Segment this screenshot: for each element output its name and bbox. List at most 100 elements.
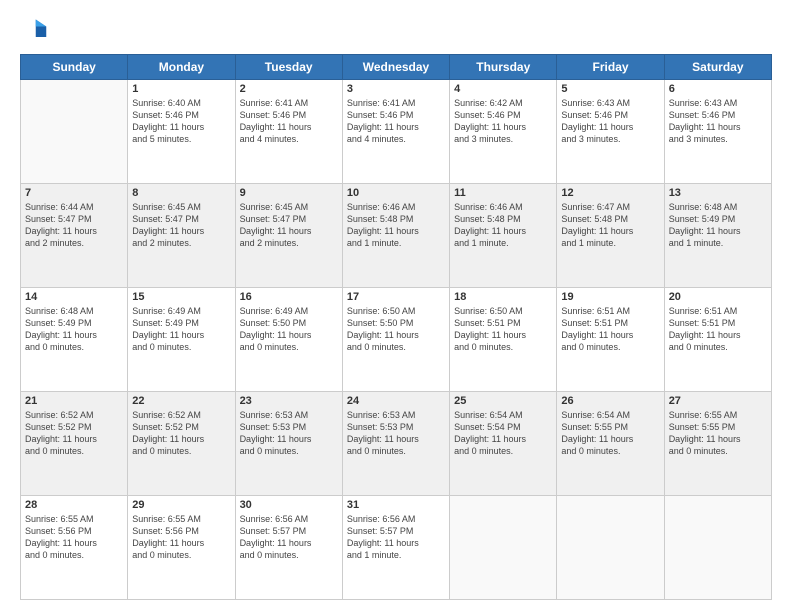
day-info: Sunrise: 6:40 AMSunset: 5:46 PMDaylight:…	[132, 97, 230, 146]
day-number: 25	[454, 395, 552, 407]
calendar-cell: 2 Sunrise: 6:41 AMSunset: 5:46 PMDaylight…	[235, 80, 342, 184]
calendar-week-row: 21 Sunrise: 6:52 AMSunset: 5:52 PMDayligh…	[21, 392, 772, 496]
calendar-cell: 26Sunrise: 6:54 AMSunset: 5:55 PMDayligh…	[557, 392, 664, 496]
day-info: Sunrise: 6:54 AMSunset: 5:55 PMDaylight:…	[561, 409, 659, 458]
day-number: 14	[25, 291, 123, 303]
day-info: Sunrise: 6:49 AMSunset: 5:50 PMDaylight:…	[240, 305, 338, 354]
day-info: Sunrise: 6:52 AMSunset: 5:52 PMDaylight:…	[25, 409, 123, 458]
calendar-cell: 31 Sunrise: 6:56 AMSunset: 5:57 PMDayligh…	[342, 496, 449, 600]
day-number: 20	[669, 291, 767, 303]
calendar-day-header-tuesday: Tuesday	[235, 55, 342, 80]
day-number: 1	[132, 83, 230, 95]
day-number: 11	[454, 187, 552, 199]
calendar-cell: 23Sunrise: 6:53 AMSunset: 5:53 PMDayligh…	[235, 392, 342, 496]
day-info: Sunrise: 6:48 AMSunset: 5:49 PMDaylight:…	[25, 305, 123, 354]
calendar-day-header-sunday: Sunday	[21, 55, 128, 80]
day-info: Sunrise: 6:46 AMSunset: 5:48 PMDaylight:…	[347, 201, 445, 250]
day-number: 2	[240, 83, 338, 95]
day-info: Sunrise: 6:54 AMSunset: 5:54 PMDaylight:…	[454, 409, 552, 458]
calendar-cell: 17 Sunrise: 6:50 AMSunset: 5:50 PMDayligh…	[342, 288, 449, 392]
calendar-cell: 1 Sunrise: 6:40 AMSunset: 5:46 PMDaylight…	[128, 80, 235, 184]
page: SundayMondayTuesdayWednesdayThursdayFrid…	[0, 0, 792, 612]
day-number: 3	[347, 83, 445, 95]
day-number: 22	[132, 395, 230, 407]
day-info: Sunrise: 6:53 AMSunset: 5:53 PMDaylight:…	[347, 409, 445, 458]
calendar-day-header-thursday: Thursday	[450, 55, 557, 80]
day-number: 5	[561, 83, 659, 95]
day-number: 9	[240, 187, 338, 199]
calendar-week-row: 7 Sunrise: 6:44 AMSunset: 5:47 PMDaylight…	[21, 184, 772, 288]
calendar-week-row: 14 Sunrise: 6:48 AMSunset: 5:49 PMDayligh…	[21, 288, 772, 392]
calendar-cell: 20 Sunrise: 6:51 AMSunset: 5:51 PMDayligh…	[664, 288, 771, 392]
day-info: Sunrise: 6:46 AMSunset: 5:48 PMDaylight:…	[454, 201, 552, 250]
calendar-cell: 9Sunrise: 6:45 AMSunset: 5:47 PMDaylight…	[235, 184, 342, 288]
calendar-cell	[21, 80, 128, 184]
day-number: 12	[561, 187, 659, 199]
day-info: Sunrise: 6:50 AMSunset: 5:50 PMDaylight:…	[347, 305, 445, 354]
calendar-cell: 10 Sunrise: 6:46 AMSunset: 5:48 PMDayligh…	[342, 184, 449, 288]
calendar-cell: 22 Sunrise: 6:52 AMSunset: 5:52 PMDayligh…	[128, 392, 235, 496]
calendar-cell: 27 Sunrise: 6:55 AMSunset: 5:55 PMDayligh…	[664, 392, 771, 496]
calendar-day-header-monday: Monday	[128, 55, 235, 80]
calendar-cell: 18Sunrise: 6:50 AMSunset: 5:51 PMDayligh…	[450, 288, 557, 392]
calendar-week-row: 1 Sunrise: 6:40 AMSunset: 5:46 PMDaylight…	[21, 80, 772, 184]
day-info: Sunrise: 6:52 AMSunset: 5:52 PMDaylight:…	[132, 409, 230, 458]
calendar-cell: 11 Sunrise: 6:46 AMSunset: 5:48 PMDayligh…	[450, 184, 557, 288]
calendar-cell: 13 Sunrise: 6:48 AMSunset: 5:49 PMDayligh…	[664, 184, 771, 288]
header	[20, 16, 772, 44]
calendar-cell: 15 Sunrise: 6:49 AMSunset: 5:49 PMDayligh…	[128, 288, 235, 392]
calendar-cell: 28 Sunrise: 6:55 AMSunset: 5:56 PMDayligh…	[21, 496, 128, 600]
day-number: 30	[240, 499, 338, 511]
calendar-cell: 30 Sunrise: 6:56 AMSunset: 5:57 PMDayligh…	[235, 496, 342, 600]
calendar-cell: 21 Sunrise: 6:52 AMSunset: 5:52 PMDayligh…	[21, 392, 128, 496]
day-info: Sunrise: 6:56 AMSunset: 5:57 PMDaylight:…	[240, 513, 338, 562]
day-info: Sunrise: 6:49 AMSunset: 5:49 PMDaylight:…	[132, 305, 230, 354]
calendar-day-header-wednesday: Wednesday	[342, 55, 449, 80]
day-info: Sunrise: 6:41 AMSunset: 5:46 PMDaylight:…	[240, 97, 338, 146]
day-number: 19	[561, 291, 659, 303]
calendar-cell: 7 Sunrise: 6:44 AMSunset: 5:47 PMDaylight…	[21, 184, 128, 288]
calendar-cell	[557, 496, 664, 600]
logo-icon	[20, 16, 48, 44]
logo	[20, 16, 52, 44]
day-info: Sunrise: 6:51 AMSunset: 5:51 PMDaylight:…	[669, 305, 767, 354]
calendar-cell: 3 Sunrise: 6:41 AMSunset: 5:46 PMDaylight…	[342, 80, 449, 184]
day-number: 15	[132, 291, 230, 303]
day-info: Sunrise: 6:55 AMSunset: 5:55 PMDaylight:…	[669, 409, 767, 458]
calendar-cell: 24 Sunrise: 6:53 AMSunset: 5:53 PMDayligh…	[342, 392, 449, 496]
day-number: 21	[25, 395, 123, 407]
calendar-day-header-saturday: Saturday	[664, 55, 771, 80]
calendar-cell: 16 Sunrise: 6:49 AMSunset: 5:50 PMDayligh…	[235, 288, 342, 392]
calendar-table: SundayMondayTuesdayWednesdayThursdayFrid…	[20, 54, 772, 600]
calendar-cell: 6Sunrise: 6:43 AMSunset: 5:46 PMDaylight…	[664, 80, 771, 184]
day-number: 24	[347, 395, 445, 407]
day-number: 10	[347, 187, 445, 199]
day-info: Sunrise: 6:55 AMSunset: 5:56 PMDaylight:…	[25, 513, 123, 562]
day-info: Sunrise: 6:48 AMSunset: 5:49 PMDaylight:…	[669, 201, 767, 250]
day-number: 4	[454, 83, 552, 95]
day-number: 29	[132, 499, 230, 511]
calendar-cell: 29 Sunrise: 6:55 AMSunset: 5:56 PMDayligh…	[128, 496, 235, 600]
day-number: 28	[25, 499, 123, 511]
day-info: Sunrise: 6:56 AMSunset: 5:57 PMDaylight:…	[347, 513, 445, 562]
day-number: 16	[240, 291, 338, 303]
calendar-week-row: 28 Sunrise: 6:55 AMSunset: 5:56 PMDayligh…	[21, 496, 772, 600]
day-number: 7	[25, 187, 123, 199]
calendar-cell: 4 Sunrise: 6:42 AMSunset: 5:46 PMDaylight…	[450, 80, 557, 184]
day-info: Sunrise: 6:41 AMSunset: 5:46 PMDaylight:…	[347, 97, 445, 146]
calendar-day-header-friday: Friday	[557, 55, 664, 80]
calendar-cell	[450, 496, 557, 600]
day-number: 27	[669, 395, 767, 407]
calendar-cell: 14 Sunrise: 6:48 AMSunset: 5:49 PMDayligh…	[21, 288, 128, 392]
calendar-cell: 19Sunrise: 6:51 AMSunset: 5:51 PMDayligh…	[557, 288, 664, 392]
day-info: Sunrise: 6:42 AMSunset: 5:46 PMDaylight:…	[454, 97, 552, 146]
calendar-cell	[664, 496, 771, 600]
day-number: 31	[347, 499, 445, 511]
day-info: Sunrise: 6:44 AMSunset: 5:47 PMDaylight:…	[25, 201, 123, 250]
day-number: 6	[669, 83, 767, 95]
calendar-cell: 5Sunrise: 6:43 AMSunset: 5:46 PMDaylight…	[557, 80, 664, 184]
day-number: 13	[669, 187, 767, 199]
day-info: Sunrise: 6:47 AMSunset: 5:48 PMDaylight:…	[561, 201, 659, 250]
day-info: Sunrise: 6:55 AMSunset: 5:56 PMDaylight:…	[132, 513, 230, 562]
day-number: 17	[347, 291, 445, 303]
